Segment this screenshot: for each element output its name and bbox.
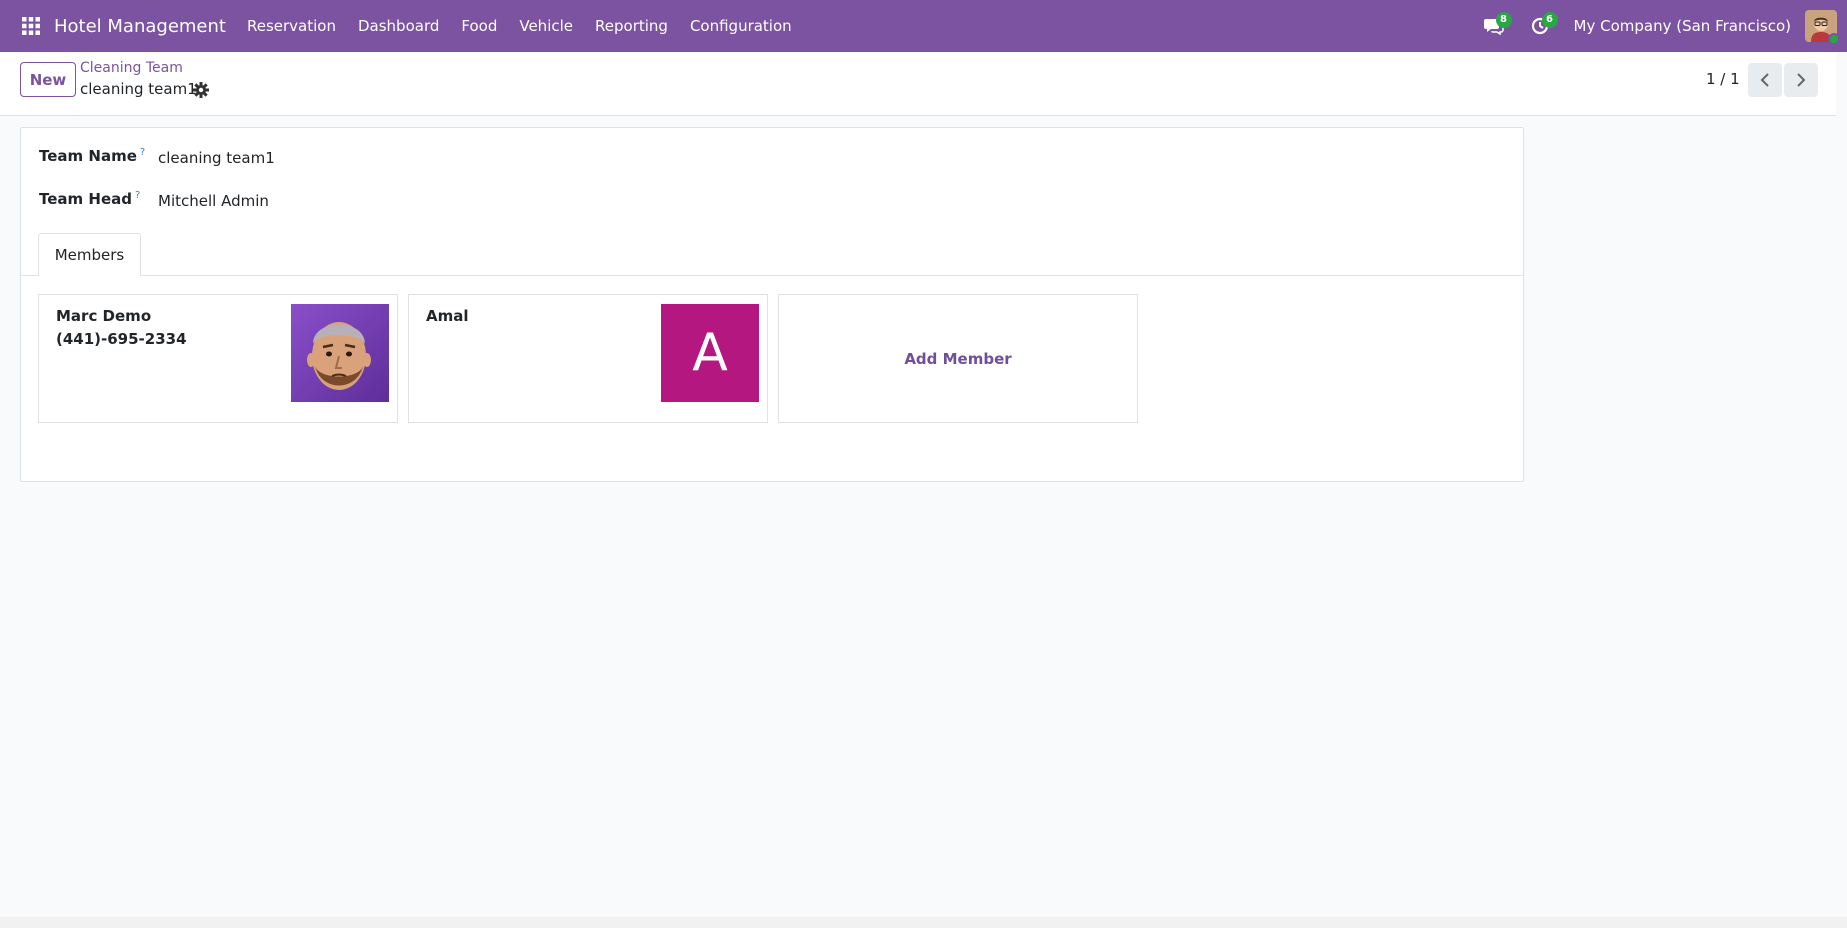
member-card[interactable]: Amal A [408, 294, 768, 423]
company-switcher[interactable]: My Company (San Francisco) [1574, 17, 1791, 35]
breadcrumb-parent-link[interactable]: Cleaning Team [80, 60, 183, 76]
team-head-label-text: Team Head [39, 190, 132, 208]
team-head-label: Team Head? [39, 190, 140, 208]
top-navbar: Hotel Management Reservation Dashboard F… [0, 0, 1847, 52]
online-status-indicator [1828, 33, 1840, 45]
menu-configuration[interactable]: Configuration [679, 0, 803, 52]
menu-reporting[interactable]: Reporting [584, 0, 679, 52]
member-name: Marc Demo [56, 307, 152, 325]
app-name[interactable]: Hotel Management [54, 16, 226, 37]
user-avatar[interactable] [1805, 10, 1840, 45]
new-button[interactable]: New [20, 62, 76, 97]
team-name-label-text: Team Name [39, 147, 137, 165]
member-avatar [291, 304, 389, 402]
chevron-right-icon [1797, 73, 1806, 87]
control-panel: New Cleaning Team cleaning team1 1 / 1 [0, 52, 1847, 116]
member-avatar: A [661, 304, 759, 402]
team-name-field[interactable]: cleaning team1 [158, 149, 275, 167]
team-name-label: Team Name? [39, 147, 145, 165]
vertical-scrollbar[interactable] [1836, 52, 1847, 917]
messages-count-badge: 8 [1495, 12, 1512, 28]
gear-icon[interactable] [192, 81, 210, 99]
tabs-divider [21, 275, 1523, 276]
menu-food[interactable]: Food [450, 0, 508, 52]
team-head-help-tooltip[interactable]: ? [135, 190, 140, 201]
messages-button[interactable]: 8 [1476, 8, 1512, 44]
navbar-systray: 8 6 My Company (San Francisco) [1476, 0, 1847, 52]
team-name-help-tooltip[interactable]: ? [140, 147, 145, 158]
menu-vehicle[interactable]: Vehicle [508, 0, 584, 52]
member-name: Amal [426, 307, 469, 325]
add-member-button[interactable]: Add Member [779, 295, 1137, 422]
pager-next-button[interactable] [1784, 63, 1818, 97]
app-grid-icon[interactable] [16, 11, 46, 41]
pager-previous-button[interactable] [1748, 63, 1782, 97]
tab-members[interactable]: Members [38, 233, 141, 276]
pager-value[interactable]: 1 / 1 [1706, 70, 1740, 88]
form-sheet: Team Name? cleaning team1 Team Head? Mit… [20, 127, 1524, 482]
add-member-card[interactable]: Add Member [778, 294, 1138, 423]
chevron-left-icon [1760, 73, 1769, 87]
menu-reservation[interactable]: Reservation [236, 0, 347, 52]
activities-count-badge: 6 [1541, 12, 1558, 28]
activities-button[interactable]: 6 [1522, 8, 1558, 44]
menu-dashboard[interactable]: Dashboard [347, 0, 450, 52]
member-card[interactable]: Marc Demo (441)-695-2334 [38, 294, 398, 423]
horizontal-scrollbar[interactable] [0, 917, 1847, 928]
team-head-field[interactable]: Mitchell Admin [158, 192, 269, 210]
breadcrumb-current: cleaning team1 [80, 80, 197, 98]
member-phone: (441)-695-2334 [56, 330, 187, 348]
